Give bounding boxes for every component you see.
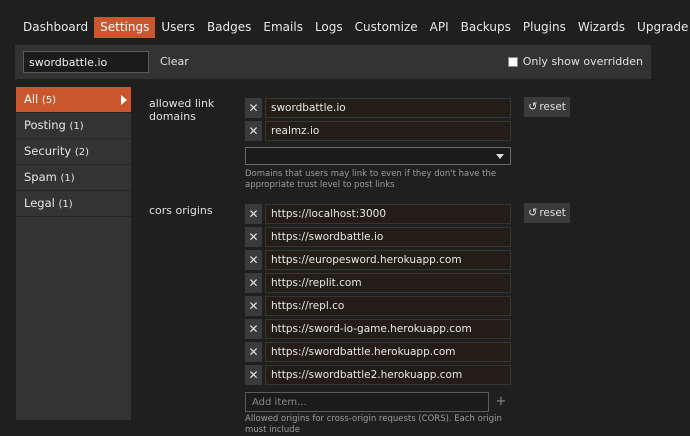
close-icon: ✕: [248, 124, 259, 138]
settings-filter-input[interactable]: [23, 51, 149, 73]
settings-category-sidebar: All (5) Posting (1) Security (2) Spam (1…: [16, 87, 131, 420]
remove-item-button[interactable]: ✕: [245, 98, 262, 118]
allowed-link-domains-label: allowed link domains: [149, 97, 215, 123]
tab-plugins[interactable]: Plugins: [517, 17, 572, 38]
tab-wizards[interactable]: Wizards: [572, 17, 631, 38]
close-icon: ✕: [248, 345, 259, 359]
sidebar-item-security[interactable]: Security (2): [16, 139, 131, 165]
remove-item-button[interactable]: ✕: [245, 227, 262, 247]
cors-origins-label: cors origins: [149, 204, 213, 217]
cors-origins-description: Allowed origins for cross-origin request…: [245, 414, 502, 435]
sidebar-item-label: Posting: [24, 118, 66, 132]
only-overridden-checkbox[interactable]: [507, 57, 518, 67]
list-item-value: https://swordbattle.herokuapp.com: [265, 342, 511, 362]
settings-filter-bar: Clear Only show overridden: [15, 45, 651, 79]
undo-icon: ↺: [528, 206, 538, 219]
list-item-value: https://sword-io-game.herokuapp.com: [265, 319, 511, 339]
close-icon: ✕: [248, 230, 259, 244]
add-item-button[interactable]: +: [492, 392, 510, 412]
reset-label: reset: [539, 207, 566, 219]
close-icon: ✕: [248, 322, 259, 336]
remove-item-button[interactable]: ✕: [245, 273, 262, 293]
clear-filter-button[interactable]: Clear: [160, 51, 189, 73]
admin-nav: Dashboard Settings Users Badges Emails L…: [17, 17, 690, 38]
reset-label: reset: [539, 101, 566, 113]
reset-cors-origins-button[interactable]: ↺ reset: [524, 203, 570, 223]
list-item-value: realmz.io: [265, 121, 511, 141]
list-item-value: https://europesword.herokuapp.com: [265, 250, 511, 270]
tab-emails[interactable]: Emails: [257, 17, 309, 38]
remove-item-button[interactable]: ✕: [245, 121, 262, 141]
list-item-value: https://repl.co: [265, 296, 511, 316]
only-overridden-label: Only show overridden: [522, 55, 643, 68]
tab-api[interactable]: API: [424, 17, 455, 38]
remove-item-button[interactable]: ✕: [245, 319, 262, 339]
sidebar-item-all[interactable]: All (5): [16, 87, 131, 113]
reset-allowed-link-domains-button[interactable]: ↺ reset: [524, 97, 570, 117]
remove-item-button[interactable]: ✕: [245, 342, 262, 362]
only-overridden-toggle[interactable]: Only show overridden: [507, 51, 643, 73]
chevron-right-icon: [121, 95, 127, 105]
chevron-down-icon: [496, 154, 504, 159]
tab-dashboard[interactable]: Dashboard: [17, 17, 94, 38]
close-icon: ✕: [248, 253, 259, 267]
tab-users[interactable]: Users: [155, 17, 201, 38]
sidebar-item-legal[interactable]: Legal (1): [16, 191, 131, 217]
add-item-input[interactable]: [245, 392, 489, 412]
domain-select-dropdown[interactable]: [245, 147, 511, 165]
close-icon: ✕: [248, 299, 259, 313]
sidebar-item-label: Legal: [24, 196, 55, 210]
close-icon: ✕: [248, 101, 259, 115]
sidebar-item-count: (5): [41, 95, 57, 106]
remove-item-button[interactable]: ✕: [245, 250, 262, 270]
sidebar-item-count: (2): [74, 147, 90, 158]
list-item-value: https://swordbattle.io: [265, 227, 511, 247]
sidebar-item-posting[interactable]: Posting (1): [16, 113, 131, 139]
sidebar-item-count: (1): [69, 121, 84, 132]
sidebar-item-count: (1): [58, 199, 73, 210]
plus-icon: +: [495, 394, 507, 409]
tab-settings[interactable]: Settings: [94, 17, 156, 38]
undo-icon: ↺: [528, 100, 538, 113]
list-item-value: swordbattle.io: [265, 98, 511, 118]
tab-logs[interactable]: Logs: [309, 17, 349, 38]
allowed-link-domains-description: Domains that users may link to even if t…: [245, 169, 497, 190]
tab-customize[interactable]: Customize: [349, 17, 424, 38]
tab-backups[interactable]: Backups: [455, 17, 517, 38]
list-item-value: https://replit.com: [265, 273, 511, 293]
list-item-value: https://swordbattle2.herokuapp.com: [265, 365, 511, 385]
list-item-value: https://localhost:3000: [265, 204, 511, 224]
sidebar-item-count: (1): [60, 173, 75, 184]
close-icon: ✕: [248, 276, 259, 290]
sidebar-item-spam[interactable]: Spam (1): [16, 165, 131, 191]
sidebar-item-label: Spam: [24, 170, 57, 184]
remove-item-button[interactable]: ✕: [245, 296, 262, 316]
remove-item-button[interactable]: ✕: [245, 204, 262, 224]
tab-upgrade[interactable]: Upgrade: [631, 17, 690, 38]
close-icon: ✕: [248, 368, 259, 382]
sidebar-item-label: All: [24, 92, 39, 106]
remove-item-button[interactable]: ✕: [245, 365, 262, 385]
sidebar-item-label: Security: [24, 144, 72, 158]
tab-badges[interactable]: Badges: [201, 17, 257, 38]
close-icon: ✕: [248, 207, 259, 221]
